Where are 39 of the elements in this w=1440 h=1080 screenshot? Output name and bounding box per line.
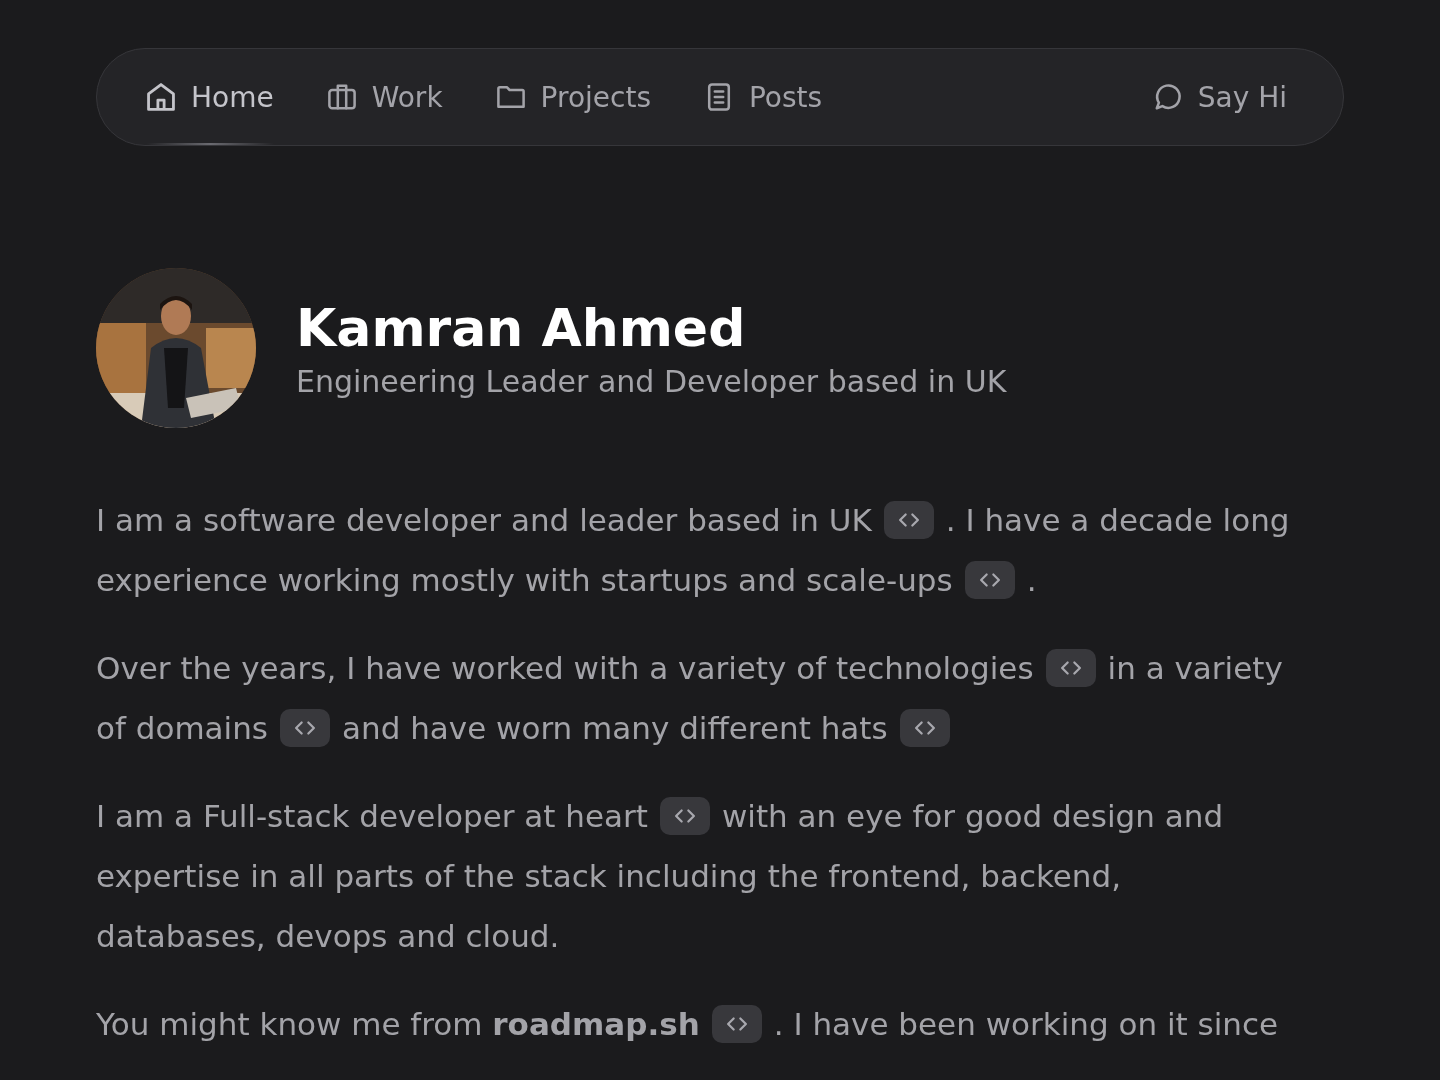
bio-text: . I have been working on it since — [773, 1006, 1279, 1042]
bio-text: databases, devops and cloud. — [96, 918, 560, 954]
bio-text: I am a software developer and leader based in UK — [96, 502, 872, 538]
say-hi-link[interactable]: Say Hi — [1153, 49, 1287, 145]
bio-text: Over the years, I have worked with a variety of technologies — [96, 650, 1034, 686]
bio-text: . I have a decade long — [945, 502, 1290, 538]
code-icon — [674, 809, 695, 823]
bio-text: experience working mostly with startups and scale-ups — [96, 562, 953, 598]
code-icon — [295, 721, 315, 735]
code-toggle-button[interactable] — [964, 561, 1015, 599]
code-icon — [979, 573, 1000, 587]
code-icon — [726, 1017, 747, 1031]
bio-text: expertise in all parts of the stack including the frontend, backend, — [96, 858, 1122, 894]
code-toggle-button[interactable] — [883, 501, 934, 539]
bio-text: . — [1026, 562, 1037, 598]
code-icon — [914, 721, 935, 735]
code-icon — [898, 513, 919, 527]
bio-text: I am a Full-stack developer at heart — [96, 798, 648, 834]
code-toggle-button[interactable] — [1045, 649, 1096, 687]
home-icon — [147, 83, 175, 111]
document-icon — [705, 83, 733, 111]
nav-link[interactable]: Work — [327, 49, 443, 145]
code-toggle-button[interactable] — [659, 797, 710, 835]
chat-icon — [1153, 83, 1182, 111]
nav-link[interactable]: Posts — [705, 49, 823, 145]
bio-text: in a variety — [1107, 650, 1283, 686]
code-toggle-button[interactable] — [899, 709, 950, 747]
folder-icon — [496, 83, 525, 111]
code-toggle-button[interactable] — [280, 709, 330, 747]
code-toggle-button[interactable] — [711, 1005, 762, 1043]
nav-link[interactable]: Projects — [496, 49, 651, 145]
code-icon — [1060, 661, 1081, 675]
bio-text: You might know me from roadmap.sh — [96, 1006, 700, 1042]
briefcase-icon — [327, 83, 356, 111]
bio-text: of domains — [96, 710, 268, 746]
bio-text: with an eye for good design and — [721, 798, 1224, 834]
profile-name: Kamran Ahmed — [296, 297, 747, 360]
bio-text: and have worn many different hats — [342, 710, 888, 746]
profile-tagline: Engineering Leader and Developer based in UK — [296, 363, 1007, 399]
